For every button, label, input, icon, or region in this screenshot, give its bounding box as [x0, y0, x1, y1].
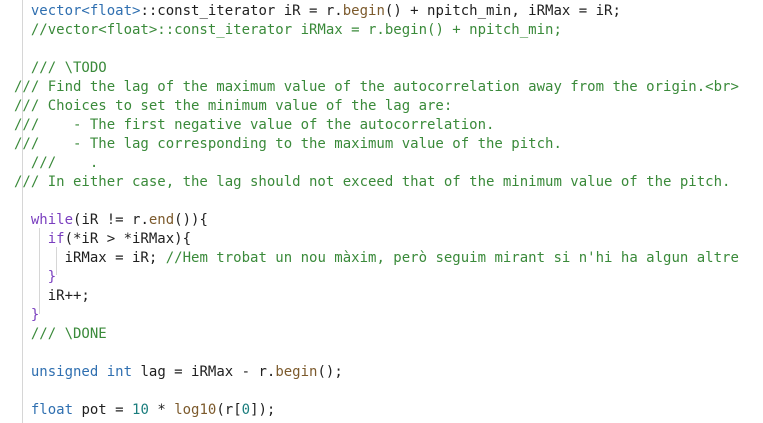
code-line[interactable]: /// In either case, the lag should not e…: [14, 173, 763, 192]
code-line[interactable]: vector<float>::const_iterator iR = r.beg…: [31, 2, 763, 21]
code-token: iR++;: [47, 288, 90, 304]
code-line[interactable]: /// - The first negative value of the au…: [14, 116, 763, 135]
code-token: lag = iRMax - r.: [132, 364, 276, 380]
code-token: //Hem trobat un nou màxim, però seguim m…: [165, 250, 739, 266]
code-token: begin: [275, 364, 318, 380]
code-token: (r[: [216, 402, 242, 418]
indent-guide: [39, 228, 40, 314]
code-line[interactable]: if(*iR > *iRMax){: [48, 230, 763, 249]
code-token: //vector<float>::const_iterator iRMax = …: [30, 22, 562, 38]
code-line[interactable]: /// .: [31, 154, 763, 173]
code-editor[interactable]: vector<float>::const_iterator iR = r.beg…: [0, 0, 763, 423]
code-line[interactable]: /// \TODO: [31, 59, 763, 78]
code-line[interactable]: }: [48, 268, 763, 287]
code-token: unsigned: [30, 364, 99, 380]
code-token: *: [148, 402, 175, 418]
code-line[interactable]: //vector<float>::const_iterator iRMax = …: [31, 21, 763, 40]
code-token: (*iR > *iRMax){: [64, 231, 192, 247]
code-line[interactable]: while(iR != r.end()){: [31, 211, 763, 230]
code-token: 10: [132, 402, 149, 418]
code-token: if: [47, 231, 65, 247]
code-line[interactable]: [14, 40, 763, 59]
code-token: /// \TODO: [30, 60, 107, 76]
code-line[interactable]: /// Choices to set the minimum value of …: [14, 97, 763, 116]
code-token: pot =: [73, 402, 133, 418]
code-line[interactable]: [14, 344, 763, 363]
code-token: 0: [241, 402, 251, 418]
code-token: ();: [317, 364, 343, 380]
code-line[interactable]: iR++;: [48, 287, 763, 306]
code-token: vector<float>: [30, 3, 141, 19]
code-token: /// .: [30, 155, 99, 171]
code-token: begin: [342, 3, 385, 19]
code-line[interactable]: /// \DONE: [31, 325, 763, 344]
code-token: log10: [174, 402, 217, 418]
code-line[interactable]: }: [31, 306, 763, 325]
code-line[interactable]: iRMax = iR; //Hem trobat un nou màxim, p…: [65, 249, 763, 268]
code-token: /// Find the lag of the maximum value of…: [14, 79, 739, 95]
code-token: float: [30, 402, 74, 418]
code-token: while: [30, 212, 74, 228]
code-line[interactable]: /// Find the lag of the maximum value of…: [14, 78, 763, 97]
code-token: }: [47, 269, 57, 285]
code-token: ::const_iterator iR = r.: [140, 3, 343, 19]
code-token: /// In either case, the lag should not e…: [14, 174, 731, 190]
code-token: /// Choices to set the minimum value of …: [14, 98, 453, 114]
code-line[interactable]: [14, 382, 763, 401]
code-line[interactable]: /// - The lag corresponding to the maxim…: [14, 135, 763, 154]
code-line[interactable]: [14, 192, 763, 211]
code-token: /// \DONE: [30, 326, 107, 342]
code-token: ]);: [250, 402, 276, 418]
code-token: () + npitch_min, iRMax = iR;: [384, 3, 621, 19]
code-token: int: [106, 364, 133, 380]
code-token: }: [30, 307, 40, 323]
code-token: /// - The lag corresponding to the maxim…: [14, 136, 562, 152]
code-line[interactable]: float pot = 10 * log10(r[0]);: [31, 401, 763, 420]
code-token: iRMax = iR;: [64, 250, 166, 266]
code-token: /// - The first negative value of the au…: [14, 117, 495, 133]
code-token: end: [148, 212, 175, 228]
code-token: (iR != r.: [73, 212, 149, 228]
code-token: ()){: [174, 212, 208, 228]
code-line[interactable]: unsigned int lag = iRMax - r.begin();: [31, 363, 763, 382]
